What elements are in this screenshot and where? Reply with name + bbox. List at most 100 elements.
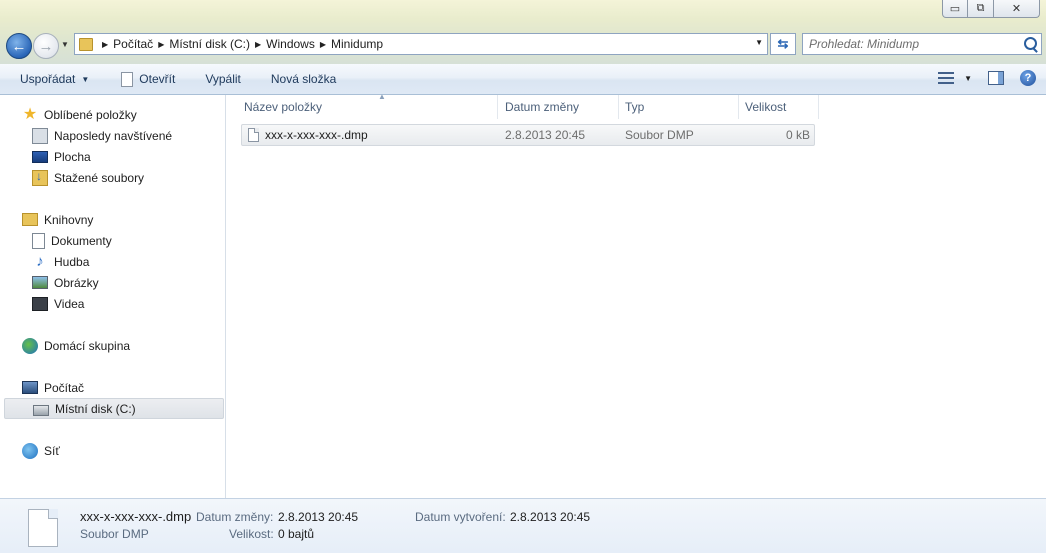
drive-icon [33,404,49,416]
organize-button[interactable]: Uspořádat ▼ [20,72,89,86]
breadcrumb-local-disk[interactable]: Místní disk (C:) [169,37,250,51]
details-filetype: Soubor DMP [80,527,149,541]
help-icon[interactable]: ? [1020,70,1036,86]
chevron-down-icon: ▼ [964,73,972,83]
details-created-value: 2.8.2013 20:45 [510,510,591,524]
details-modified-value: 2.8.2013 20:45 [278,510,359,524]
organize-label: Uspořádat [20,72,76,86]
burn-button[interactable]: Vypálit [205,72,241,86]
nav-music[interactable]: ♪ Hudba [32,251,89,272]
folder-icon [79,37,93,51]
nav-local-disk[interactable]: Místní disk (C:) [4,398,224,419]
file-icon [248,128,259,142]
desktop-icon [32,150,48,163]
nav-label: Stažené soubory [54,170,145,185]
title-bar: ▭ ⧉ ✕ ← → ▼ ▶ Počítač ▶ Místní disk (C:)… [0,0,1046,65]
nav-label: Naposledy navštívené [54,128,173,143]
nav-network[interactable]: Síť [22,440,60,461]
navigation-pane: ★ Oblíbené položky Naposledy navštívené … [0,95,226,498]
column-header-name[interactable]: Název položky ▲ [238,92,498,119]
nav-downloads[interactable]: Stažené soubory [32,167,144,188]
table-row[interactable]: xxx-x-xxx-xxx-.dmp 2.8.2013 20:45 Soubor… [241,124,815,146]
chevron-down-icon: ▼ [61,40,69,49]
homegroup-icon [22,337,38,354]
nav-recent-places[interactable]: Naposledy navštívené [32,125,172,146]
breadcrumb-windows[interactable]: Windows [266,37,315,51]
file-size: 0 kB [785,128,810,142]
breadcrumb-minidump[interactable]: Minidump [331,37,383,51]
search-placeholder: Prohledat: Minidump [809,37,920,51]
chevron-down-icon[interactable]: ▼ [755,38,763,47]
file-list: Název položky ▲ Datum změny Typ Velikost… [226,92,1046,498]
nav-label: Videa [54,296,85,311]
search-input[interactable]: Prohledat: Minidump [802,33,1042,55]
sort-up-icon: ▲ [378,92,386,101]
pictures-icon [32,276,48,289]
preview-pane-icon[interactable] [988,71,1004,85]
details-modified-label: Datum změny: [196,510,274,524]
back-arrow-icon: ← [11,37,27,55]
minimize-icon: ▭ [949,3,961,15]
nav-label: Dokumenty [51,233,112,248]
documents-icon [32,232,45,249]
change-view-button[interactable]: ▼ [938,72,972,84]
computer-icon [22,381,38,394]
breadcrumb-computer[interactable]: Počítač [113,37,153,51]
breadcrumb-arrow-icon[interactable]: ▶ [320,40,326,49]
file-name-cell: xxx-x-xxx-xxx-.dmp [248,125,368,145]
search-icon[interactable] [1024,37,1037,50]
maximize-button[interactable]: ⧉ [968,0,994,18]
close-icon: ✕ [1011,3,1022,15]
details-filename: xxx-x-xxx-xxx-.dmp [80,509,192,524]
nav-label: Knihovny [44,212,94,227]
command-bar: Uspořádat ▼ Otevřít Vypálit Nová složka … [0,64,1046,95]
details-size-value: 0 bajtů [278,527,315,541]
nav-label: Počítač [44,380,85,395]
nav-label: Hudba [54,254,90,269]
details-size-label: Velikost: [229,527,274,541]
music-icon: ♪ [36,252,44,270]
open-button[interactable]: Otevřít [121,71,176,87]
nav-documents[interactable]: Dokumenty [32,230,112,251]
forward-arrow-icon: → [38,37,54,55]
nav-libraries[interactable]: Knihovny [22,209,93,230]
nav-favorites[interactable]: ★ Oblíbené položky [22,104,137,125]
star-icon: ★ [22,105,38,123]
new-folder-button[interactable]: Nová složka [271,72,336,86]
videos-icon [32,296,48,311]
minimize-button[interactable]: ▭ [942,0,968,18]
refresh-button[interactable]: ⇆ [770,33,796,55]
open-label: Otevřít [139,72,176,86]
recent-pages-dropdown[interactable]: ▼ [61,40,69,49]
new-folder-label: Nová složka [270,72,337,86]
downloads-icon [32,169,48,186]
refresh-icon: ⇆ [777,36,789,51]
chevron-down-icon: ▼ [81,74,90,84]
breadcrumb-arrow-icon[interactable]: ▶ [255,40,261,49]
close-button[interactable]: ✕ [994,0,1040,18]
back-button[interactable]: ← [6,33,32,59]
breadcrumb-arrow-icon[interactable]: ▶ [102,40,108,49]
restore-icon: ⧉ [976,2,985,14]
network-icon [22,442,38,459]
recent-places-icon [32,127,48,144]
nav-label: Domácí skupina [44,338,131,353]
nav-computer[interactable]: Počítač [22,377,84,398]
file-date: 2.8.2013 20:45 [505,128,586,142]
nav-label: Plocha [54,149,91,164]
nav-desktop[interactable]: Plocha [32,146,91,167]
address-bar[interactable]: ▶ Počítač ▶ Místní disk (C:) ▶ Windows ▶… [74,33,768,55]
nav-label: Oblíbené položky [44,107,137,122]
column-header-type[interactable]: Typ [619,95,739,119]
breadcrumb-arrow-icon[interactable]: ▶ [158,40,164,49]
nav-pictures[interactable]: Obrázky [32,272,99,293]
column-header-date[interactable]: Datum změny [499,95,619,119]
view-list-icon [938,72,955,84]
forward-button[interactable]: → [33,33,59,59]
details-pane: xxx-x-xxx-xxx-.dmp Soubor DMP Datum změn… [0,498,1046,553]
file-type: Soubor DMP [625,128,694,142]
nav-videos[interactable]: Videa [32,293,84,314]
nav-label: Obrázky [54,275,99,290]
column-header-size[interactable]: Velikost [739,95,819,119]
nav-homegroup[interactable]: Domácí skupina [22,335,130,356]
